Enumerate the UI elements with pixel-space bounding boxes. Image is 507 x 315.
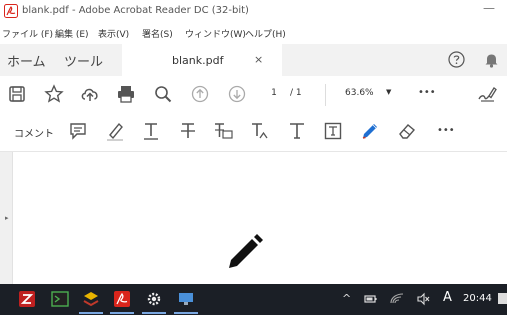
menu-view[interactable]: 表示(V) xyxy=(98,27,129,40)
right-edge xyxy=(497,152,507,284)
window-title: blank.pdf - Adobe Acrobat Reader DC (32-… xyxy=(22,5,249,16)
sign-icon[interactable] xyxy=(477,84,497,104)
underline-icon[interactable] xyxy=(141,121,161,141)
page-up-icon[interactable] xyxy=(190,84,210,104)
wifi-icon[interactable] xyxy=(390,292,404,306)
terminal-icon[interactable] xyxy=(51,290,69,308)
zoom-select[interactable]: 63.6% xyxy=(345,88,374,98)
filezilla-icon[interactable] xyxy=(18,290,36,308)
minimize-button[interactable]: — xyxy=(483,1,495,15)
battery-icon[interactable] xyxy=(364,292,378,306)
strikethrough-icon[interactable] xyxy=(178,121,198,141)
comment-toolbar: コメント ••• xyxy=(0,113,507,152)
tab-document[interactable]: blank.pdf × xyxy=(122,44,282,77)
acrobat-icon xyxy=(4,4,18,18)
taskbar: ^ A 20:44 xyxy=(0,284,507,315)
tray-overflow-chevron[interactable]: ^ xyxy=(342,292,351,305)
speaker-icon[interactable] xyxy=(416,292,430,306)
highlighter-icon[interactable] xyxy=(105,121,125,141)
replace-text-icon[interactable] xyxy=(213,121,233,141)
gear-icon[interactable] xyxy=(145,290,163,308)
save-icon[interactable] xyxy=(7,84,27,104)
input-method-indicator[interactable]: A xyxy=(443,290,452,305)
running-indicator xyxy=(142,312,166,314)
print-icon[interactable] xyxy=(116,84,136,104)
menu-sign[interactable]: 署名(S) xyxy=(142,27,173,40)
menu-help[interactable]: ヘルプ(H) xyxy=(245,27,286,40)
tab-tools[interactable]: ツール xyxy=(64,51,103,70)
comment-label: コメント xyxy=(14,129,54,140)
tab-close-button[interactable]: × xyxy=(254,53,263,66)
main-toolbar: 1 / 1 63.6% ▼ ••• xyxy=(0,76,507,114)
zoom-icon[interactable] xyxy=(153,84,173,104)
bookmark-star-icon[interactable] xyxy=(44,84,64,104)
toolbar-divider xyxy=(325,84,326,106)
chevron-right-icon: ▸ xyxy=(5,214,9,222)
eraser-icon[interactable] xyxy=(397,121,417,141)
menu-bar: ファイル (F) 編集 (E) 表示(V) 署名(S) ウィンドウ(W) ヘルプ… xyxy=(0,25,507,41)
pencil-cursor-icon xyxy=(229,234,263,268)
page-number-input[interactable]: 1 xyxy=(265,88,283,98)
acrobat-icon[interactable] xyxy=(113,290,131,308)
more-tools-button[interactable]: ••• xyxy=(418,87,436,98)
running-indicator xyxy=(174,312,198,314)
help-icon[interactable] xyxy=(448,51,465,68)
menu-window[interactable]: ウィンドウ(W) xyxy=(185,27,246,40)
pencil-icon[interactable] xyxy=(360,121,380,141)
running-indicator xyxy=(79,312,103,314)
menu-file[interactable]: ファイル (F) xyxy=(2,27,53,40)
remote-desktop-icon[interactable] xyxy=(177,290,195,308)
notification-bell-icon[interactable] xyxy=(484,52,499,68)
cloud-upload-icon[interactable] xyxy=(80,84,100,104)
notification-icon[interactable] xyxy=(497,291,507,307)
chevron-down-icon[interactable]: ▼ xyxy=(386,88,391,96)
tab-document-label: blank.pdf xyxy=(172,54,224,67)
left-panel-toggle[interactable]: ▸ xyxy=(0,152,13,284)
sticky-note-icon[interactable] xyxy=(68,121,88,141)
add-text-icon[interactable] xyxy=(287,121,307,141)
text-box-icon[interactable] xyxy=(323,121,343,141)
clock[interactable]: 20:44 xyxy=(463,293,492,304)
more-comment-tools-button[interactable]: ••• xyxy=(437,125,455,136)
tab-bar: ホーム ツール blank.pdf × xyxy=(0,44,507,77)
insert-text-icon[interactable] xyxy=(250,121,270,141)
tab-home[interactable]: ホーム xyxy=(7,51,46,70)
page-total: / 1 xyxy=(290,88,302,98)
scroller-icon[interactable] xyxy=(82,290,100,308)
title-bar: blank.pdf - Adobe Acrobat Reader DC (32-… xyxy=(0,0,507,22)
running-indicator xyxy=(110,312,134,314)
page-down-icon[interactable] xyxy=(227,84,247,104)
menu-edit[interactable]: 編集 (E) xyxy=(55,27,89,40)
